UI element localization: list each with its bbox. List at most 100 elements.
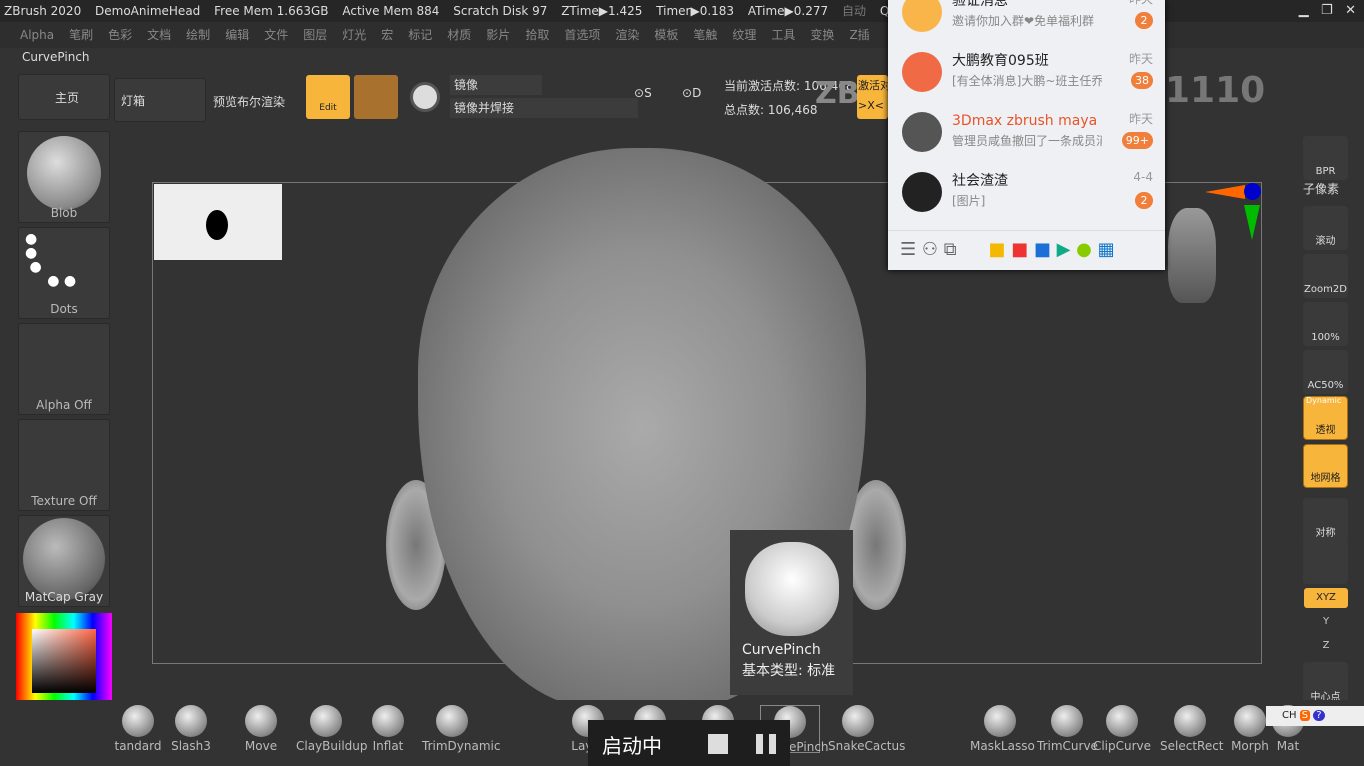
right-panel-button[interactable]: 100% xyxy=(1303,302,1348,346)
close-icon[interactable]: ✕ xyxy=(1345,3,1356,18)
qq-conversation[interactable]: 3Dmax zbrush maya 游戏管理员咸鱼撤回了一条成员消息 昨天 99+ xyxy=(888,104,1165,164)
menu-item[interactable]: Alpha xyxy=(20,28,54,42)
texture-selector[interactable]: Texture Off xyxy=(18,419,110,511)
orientation-head-icon[interactable] xyxy=(1168,208,1216,303)
brush-item[interactable]: tandard xyxy=(108,705,168,753)
draw-button[interactable] xyxy=(354,75,398,119)
brush-icon xyxy=(245,705,277,737)
menu-item[interactable]: Z插 xyxy=(849,28,869,42)
menu-item[interactable]: 图层 xyxy=(303,28,327,42)
pause-icon[interactable] xyxy=(756,734,776,754)
mirror-button[interactable]: 镜像 xyxy=(450,75,542,95)
activate-button[interactable]: 激活对 >X< xyxy=(857,75,888,119)
right-panel-button[interactable]: Z xyxy=(1304,636,1348,656)
apps-icon[interactable]: ▦ xyxy=(1098,239,1115,260)
brush-tooltip: CurvePinch 基本类型: 标准 xyxy=(730,530,853,695)
symmetry-icon[interactable] xyxy=(410,82,440,112)
brush-selector[interactable]: Blob xyxy=(18,131,110,223)
menu-item[interactable]: 灯光 xyxy=(342,28,366,42)
app-manager-icon[interactable]: ⧉ xyxy=(944,239,957,260)
music-icon[interactable]: ● xyxy=(1076,239,1092,260)
sogou-icon[interactable]: S xyxy=(1299,710,1311,721)
x-symmetry-label[interactable]: >X< xyxy=(858,99,884,113)
s-brush-icon[interactable]: ⊙S xyxy=(634,86,662,110)
right-panel-button[interactable]: 对称 xyxy=(1303,498,1348,542)
mirror-weld-button[interactable]: 镜像并焊接 xyxy=(450,98,638,118)
brush-item[interactable]: TrimCurve xyxy=(1037,705,1098,753)
preview-boolean-button[interactable]: 预览布尔渲染 xyxy=(213,93,285,110)
stop-icon[interactable] xyxy=(708,734,728,754)
menu-item[interactable]: 笔刷 xyxy=(69,28,93,42)
menu-item[interactable]: 标记 xyxy=(408,28,432,42)
document-name: DemoAnimeHead xyxy=(95,4,201,18)
restore-icon[interactable]: ❐ xyxy=(1321,3,1333,18)
auto-label: 自动 xyxy=(841,4,866,18)
right-panel-button[interactable]: XYZ xyxy=(1304,588,1348,608)
menu-item[interactable]: 变换 xyxy=(810,28,834,42)
right-panel-button[interactable] xyxy=(1303,540,1348,584)
brush-item[interactable]: MaskLasso xyxy=(970,705,1035,753)
right-panel-button[interactable]: 地网格 xyxy=(1303,444,1348,488)
stroke-selector[interactable]: ● ● ● ● ● Dots xyxy=(18,227,110,319)
qq-conversation[interactable]: 大鹏教育095班 [有全体消息]大鹏~班主任乔老 昨天 38 xyxy=(888,44,1165,104)
qq-conversation[interactable]: 社会渣渣 [图片] 4-4 2 xyxy=(888,164,1165,224)
right-panel-button[interactable]: AC50% xyxy=(1303,350,1348,394)
home-button[interactable]: 主页 xyxy=(18,74,110,120)
menu-item[interactable]: 模板 xyxy=(654,28,678,42)
menu-item[interactable]: 文档 xyxy=(147,28,171,42)
menu-item[interactable]: 工具 xyxy=(771,28,795,42)
total-points: 总点数: 106,468 xyxy=(724,103,818,117)
color-square[interactable] xyxy=(32,629,96,693)
qq-conversation[interactable]: 验证消息邀请你加入群❤免单福利群 昨天 2 xyxy=(888,0,1165,44)
brush-item[interactable]: SelectRect xyxy=(1160,705,1224,753)
right-panel-button[interactable]: Y xyxy=(1304,612,1348,632)
language-indicator[interactable]: CH xyxy=(1282,710,1297,721)
color-picker[interactable] xyxy=(16,613,112,709)
brush-item[interactable]: ClipCurve xyxy=(1092,705,1152,753)
menu-item[interactable]: 材质 xyxy=(447,28,471,42)
screen-icon[interactable]: ■ xyxy=(1011,239,1028,260)
menu-item[interactable]: 纹理 xyxy=(732,28,756,42)
brush-item[interactable]: Slash3 xyxy=(161,705,221,753)
menu-item[interactable]: 笔触 xyxy=(693,28,717,42)
right-panel-button[interactable]: 子像素 xyxy=(1303,180,1339,197)
edit-button[interactable]: Edit xyxy=(306,75,350,119)
brush-icon xyxy=(175,705,207,737)
right-panel-button[interactable]: 滚动 xyxy=(1303,206,1348,250)
brush-item[interactable]: Move xyxy=(231,705,291,753)
material-selector[interactable]: MatCap Gray xyxy=(18,515,110,607)
right-panel-button[interactable]: Zoom2D xyxy=(1303,254,1348,298)
brush-item[interactable]: SnakeCactus xyxy=(828,705,905,753)
video-icon[interactable]: ▶ xyxy=(1057,239,1071,260)
help-icon[interactable]: ? xyxy=(1313,710,1325,721)
menu-item[interactable]: 拾取 xyxy=(525,28,549,42)
alpha-selector[interactable]: Alpha Off xyxy=(18,323,110,415)
right-panel-button[interactable]: BPR xyxy=(1303,136,1348,180)
menu-icon[interactable]: ☰ xyxy=(900,239,916,260)
brush-item[interactable]: TrimDynamic xyxy=(422,705,500,753)
game-icon[interactable]: ■ xyxy=(988,239,1005,260)
menu-item[interactable]: 绘制 xyxy=(186,28,210,42)
add-friend-icon[interactable]: ⚇ xyxy=(922,239,938,260)
head-silhouette-icon xyxy=(206,210,228,240)
brush-item[interactable]: Inflat xyxy=(358,705,418,753)
menu-item[interactable]: 宏 xyxy=(381,28,393,42)
minimize-icon[interactable]: ▁ xyxy=(1299,3,1309,18)
menu-item[interactable]: 色彩 xyxy=(108,28,132,42)
menu-item[interactable]: 文件 xyxy=(264,28,288,42)
brush-item[interactable]: ClayBuildup xyxy=(296,705,368,753)
d-brush-icon[interactable]: ⊙D xyxy=(682,86,710,110)
menu-item[interactable]: 渲染 xyxy=(615,28,639,42)
brush-label: TrimCurve xyxy=(1037,739,1098,753)
menu-item[interactable]: 编辑 xyxy=(225,28,249,42)
recorder-status: 启动中 xyxy=(602,734,662,758)
qq-message-popup: 验证消息邀请你加入群❤免单福利群昨天2大鹏教育095班[有全体消息]大鹏~班主任… xyxy=(888,0,1165,270)
navigator-thumbnail[interactable] xyxy=(154,184,282,260)
menu-item[interactable]: 首选项 xyxy=(564,28,600,42)
menu-item[interactable]: 影片 xyxy=(486,28,510,42)
lightbox-button[interactable]: 灯箱 xyxy=(114,78,206,122)
activate-label: 激活对 xyxy=(858,79,888,92)
brush-icon xyxy=(984,705,1016,737)
cloud-icon[interactable]: ■ xyxy=(1034,239,1051,260)
avatar xyxy=(902,0,942,32)
